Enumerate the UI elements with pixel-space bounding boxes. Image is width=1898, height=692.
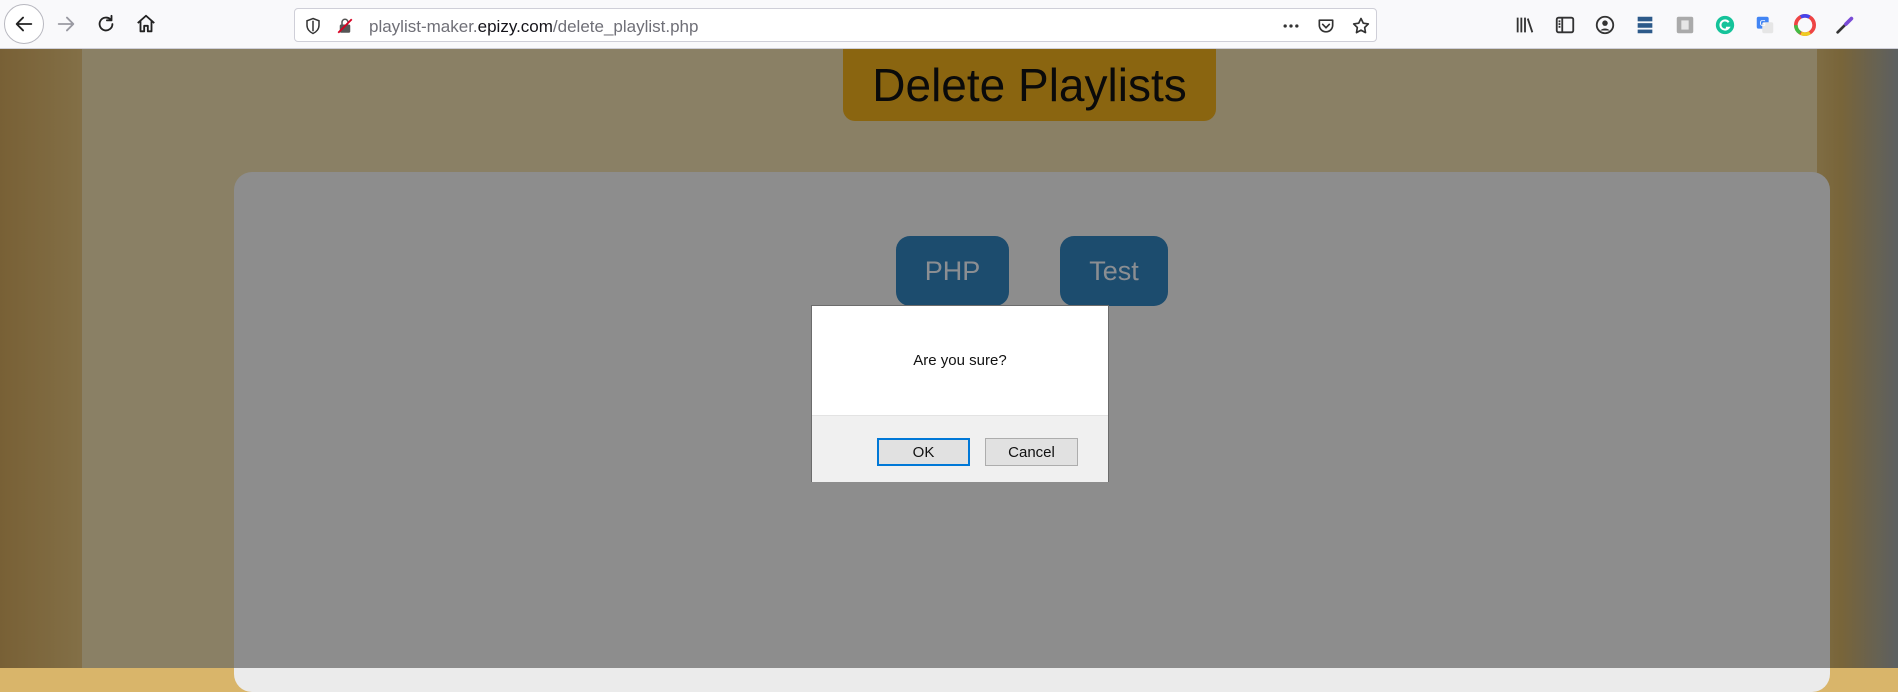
- shield-icon[interactable]: [303, 16, 323, 36]
- url-path: /delete_playlist.php: [552, 17, 699, 36]
- cancel-button[interactable]: Cancel: [985, 438, 1078, 466]
- home-icon[interactable]: [126, 4, 166, 44]
- grammarly-icon[interactable]: [1713, 13, 1737, 37]
- eyedropper-icon[interactable]: [1833, 13, 1857, 37]
- library-icon[interactable]: [1513, 13, 1537, 37]
- svg-text:G: G: [1760, 18, 1766, 28]
- reload-icon[interactable]: [86, 4, 126, 44]
- dialog-footer: OK Cancel: [812, 415, 1108, 482]
- bookmark-star-icon[interactable]: [1350, 15, 1372, 37]
- url-bar[interactable]: playlist-maker.epizy.com/delete_playlist…: [294, 8, 1377, 42]
- screenshot-icon[interactable]: [1673, 13, 1697, 37]
- color-wheel-icon[interactable]: [1793, 13, 1817, 37]
- confirm-dialog: Are you sure? OK Cancel: [811, 305, 1109, 482]
- pocket-icon[interactable]: [1315, 15, 1337, 37]
- url-prefix: playlist-maker.: [369, 17, 478, 36]
- dialog-message: Are you sure?: [913, 352, 1007, 369]
- back-icon[interactable]: [4, 4, 44, 44]
- stack-icon[interactable]: [1633, 13, 1657, 37]
- account-icon[interactable]: [1593, 13, 1617, 37]
- ok-button[interactable]: OK: [877, 438, 970, 466]
- sidebar-icon[interactable]: [1553, 13, 1577, 37]
- url-domain: epizy.com: [477, 17, 553, 36]
- browser-toolbar: playlist-maker.epizy.com/delete_playlist…: [0, 0, 1898, 49]
- translate-icon[interactable]: G: [1753, 13, 1777, 37]
- forward-icon[interactable]: [46, 4, 86, 44]
- insecure-connection-icon[interactable]: [335, 16, 355, 36]
- url-text[interactable]: playlist-maker.epizy.com/delete_playlist…: [369, 17, 698, 37]
- more-actions-icon[interactable]: [1280, 15, 1302, 37]
